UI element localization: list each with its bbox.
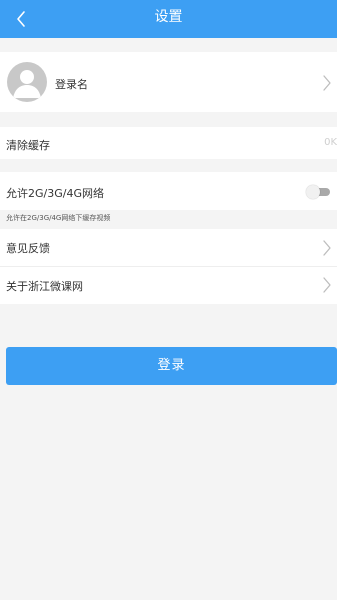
network-hint: 允许在2G/3G/4G网络下缓存视频 [6, 214, 111, 222]
about-label: 关于浙江微课网 [6, 280, 83, 293]
page-title: 设置 [154, 9, 183, 25]
title-bar: 设置 [0, 0, 337, 38]
login-name-label: 登录名 [55, 78, 88, 91]
profile-row[interactable] [0, 52, 337, 112]
default-avatar-icon [7, 62, 47, 102]
chevron-right-icon [323, 75, 331, 91]
chevron-right-icon [323, 277, 331, 293]
clear-cache-row[interactable] [0, 127, 337, 159]
clear-cache-label: 清除缓存 [6, 139, 50, 152]
network-toggle[interactable] [306, 185, 330, 199]
login-button[interactable]: 登录 [6, 347, 337, 385]
feedback-label: 意见反馈 [6, 242, 50, 255]
toggle-knob [306, 185, 320, 199]
chevron-right-icon [323, 240, 331, 256]
network-label: 允许2G/3G/4G网络 [6, 187, 104, 200]
cache-size-value: 0K [324, 137, 337, 148]
feedback-row[interactable] [0, 229, 337, 266]
